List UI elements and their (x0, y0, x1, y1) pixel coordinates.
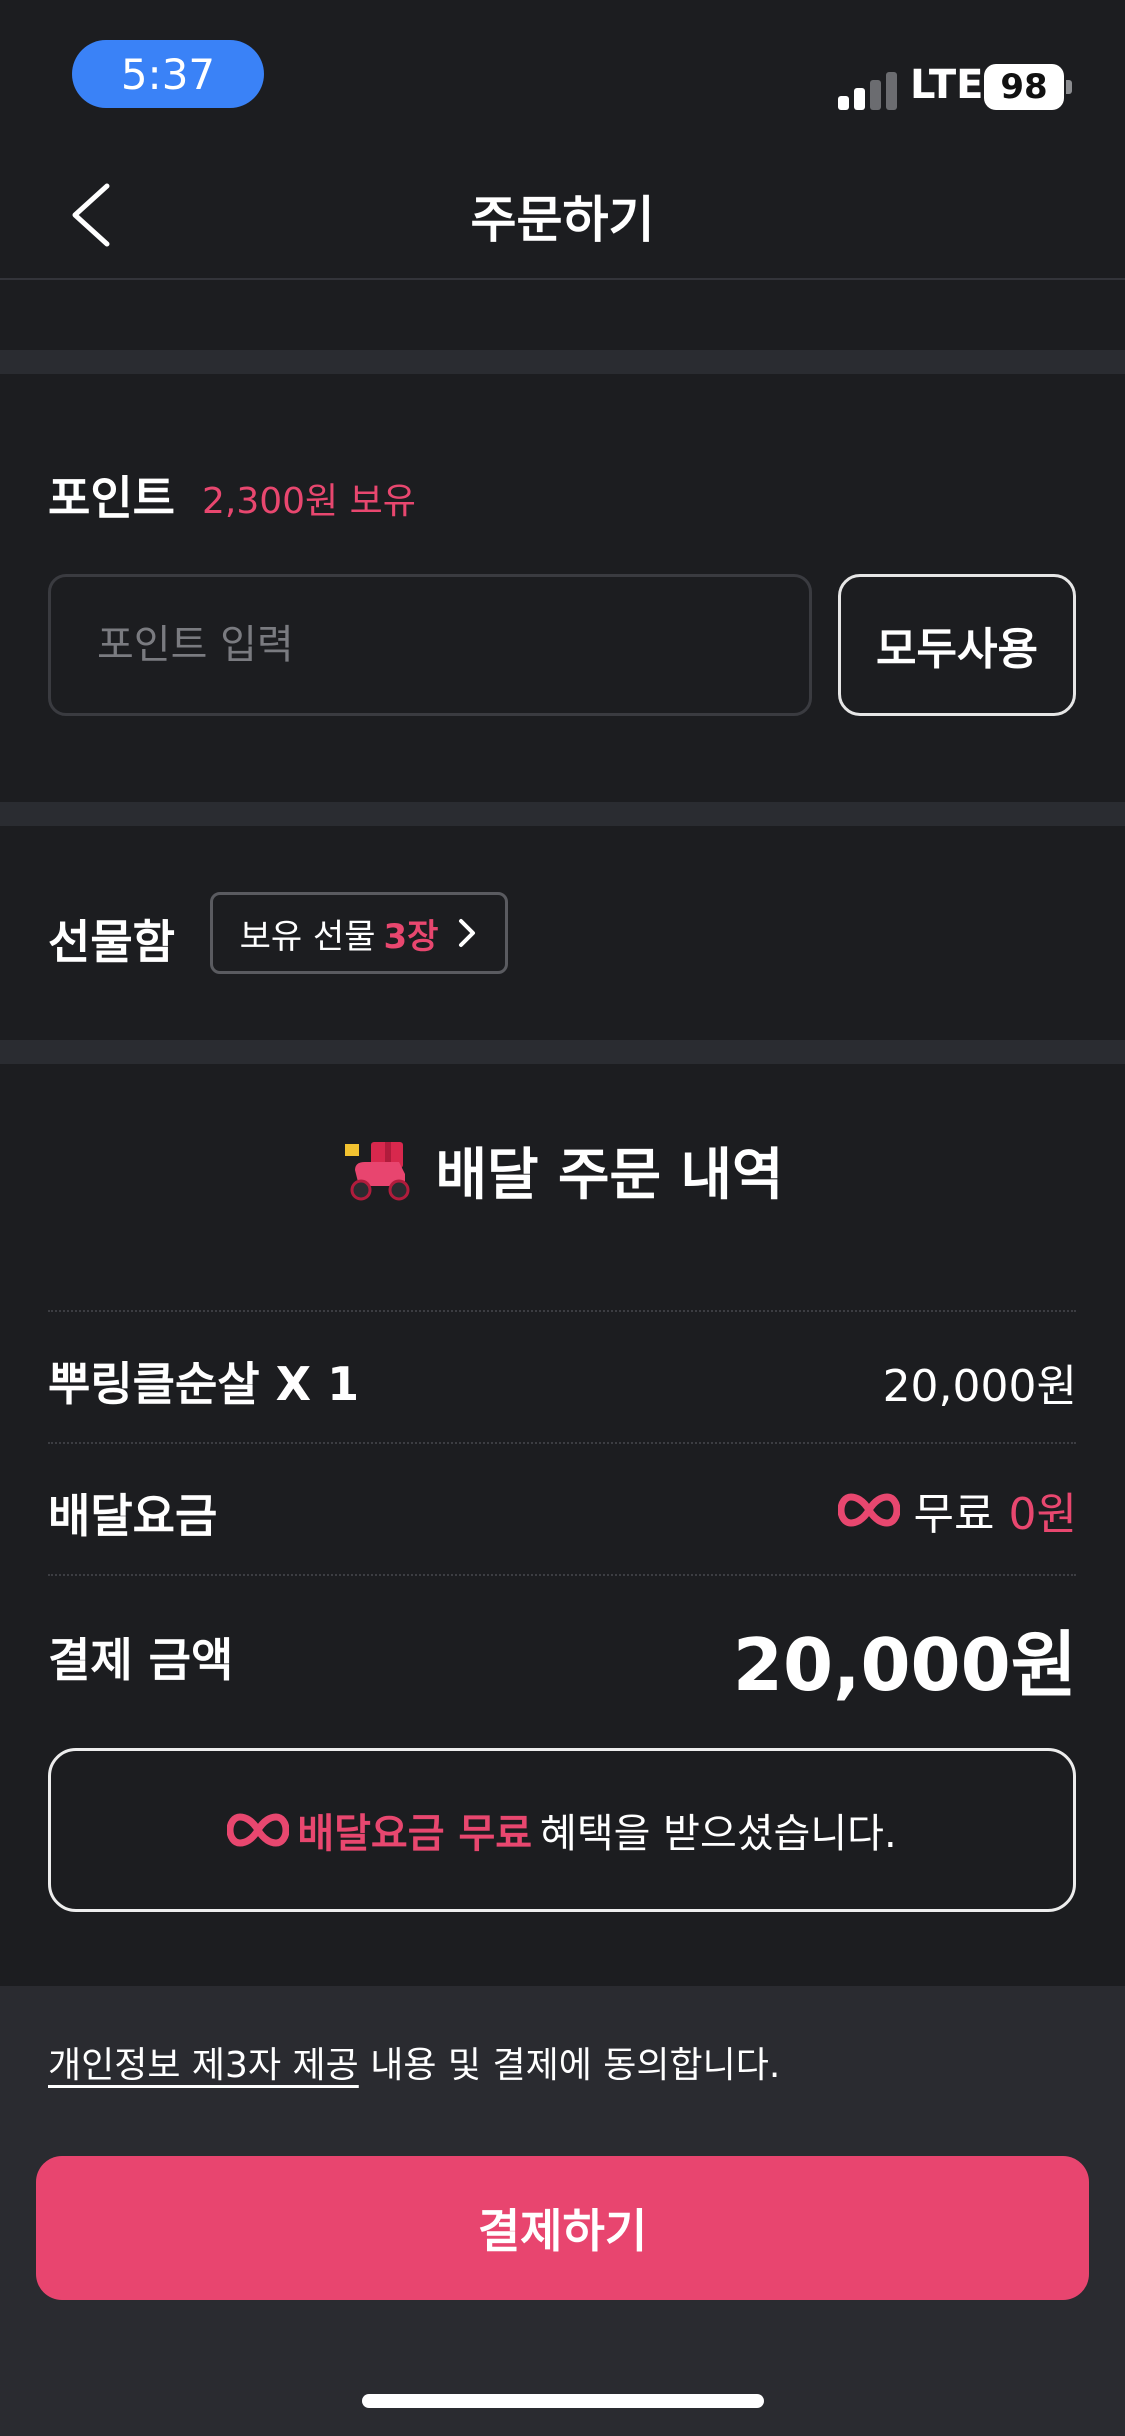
cellular-signal-icon (838, 70, 900, 110)
status-time: 5:37 (72, 40, 264, 108)
section-divider (0, 802, 1125, 826)
privacy-consent-link[interactable]: 개인정보 제3자 제공 (48, 2045, 359, 2086)
points-balance: 2,300원 보유 (202, 481, 416, 522)
gift-box-button[interactable]: 보유 선물 3장 (210, 892, 508, 974)
order-heading: 배달 주문 내역 (0, 1130, 1125, 1211)
gift-box-label: 선물함 (48, 915, 175, 969)
battery-icon: 98 (984, 64, 1064, 110)
order-title: 배달 주문 내역 (435, 1143, 784, 1208)
header-divider (0, 278, 1125, 280)
chevron-right-icon (459, 919, 476, 947)
order-item-label: 뿌링클순살 X 1 (48, 1357, 360, 1411)
network-type: LTE (910, 62, 984, 108)
row-divider (48, 1310, 1076, 1312)
home-indicator (362, 2394, 764, 2408)
battery-tip (1066, 80, 1072, 94)
delivery-scooter-icon (345, 1141, 410, 1200)
order-item-price: 20,000원 (882, 1361, 1077, 1412)
delivery-free-text: 무료 (913, 1489, 995, 1540)
total-amount: 20,000원 (732, 1623, 1077, 1707)
infinity-icon (837, 1493, 900, 1527)
points-input[interactable] (48, 574, 812, 716)
benefit-banner: 배달요금 무료 혜택을 받으셨습니다. (48, 1748, 1076, 1912)
delivery-fee-amount: 0원 (1008, 1489, 1077, 1540)
page-title: 주문하기 (470, 191, 655, 249)
points-label: 포인트 (48, 471, 175, 525)
gift-count: 3장 (383, 916, 439, 957)
consent-rest: 내용 및 결제에 동의합니다. (370, 2045, 781, 2086)
gift-chip-prefix: 보유 선물 (239, 916, 376, 957)
row-divider (48, 1574, 1076, 1576)
row-divider (48, 1442, 1076, 1444)
consent-text: 개인정보 제3자 제공 내용 및 결제에 동의합니다. (48, 2036, 780, 2088)
delivery-fee-label: 배달요금 (48, 1489, 218, 1543)
infinity-icon (227, 1813, 290, 1847)
use-all-points-button[interactable]: 모두사용 (838, 574, 1076, 716)
delivery-fee-value: 무료 0원 (837, 1478, 1077, 1542)
section-divider (0, 1040, 1125, 1064)
benefit-strong-text: 배달요금 무료 (297, 1811, 533, 1857)
pay-button[interactable]: 결제하기 (36, 2156, 1089, 2300)
benefit-rest-text: 혜택을 받으셨습니다. (540, 1811, 897, 1857)
section-divider (0, 350, 1125, 374)
total-label: 결제 금액 (48, 1633, 234, 1687)
